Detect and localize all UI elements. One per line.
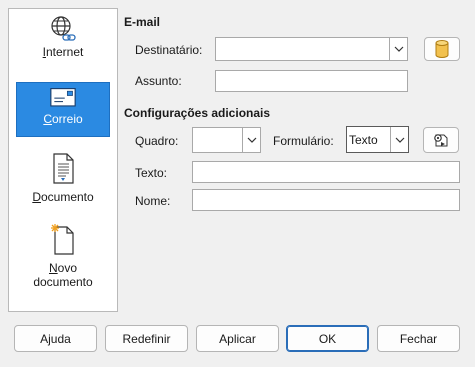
chevron-down-icon	[394, 46, 403, 52]
events-icon	[434, 134, 448, 147]
reset-button[interactable]: Redefinir	[105, 325, 188, 352]
data-sources-button[interactable]	[424, 37, 460, 61]
recipient-label: Destinatário:	[135, 43, 203, 57]
help-button[interactable]: Ajuda	[14, 325, 97, 352]
subject-label: Assunto:	[135, 74, 182, 88]
recipient-combobox[interactable]	[215, 37, 408, 61]
new-document-icon	[51, 224, 74, 255]
text-input[interactable]	[192, 161, 460, 183]
sidebar-item-new-document[interactable]: Novo documento	[9, 223, 117, 289]
email-section-title: E-mail	[124, 15, 161, 29]
database-icon	[435, 40, 449, 58]
chevron-down-icon	[247, 137, 256, 143]
recipient-dropdown-button[interactable]	[389, 38, 407, 60]
ok-button[interactable]: OK	[286, 325, 369, 352]
sidebar-item-internet[interactable]: Internet	[9, 15, 117, 59]
close-button[interactable]: Fechar	[377, 325, 460, 352]
mail-icon	[50, 88, 76, 107]
text-label: Texto:	[135, 166, 168, 180]
form-combobox[interactable]: Texto	[346, 126, 409, 153]
sidebar-item-document[interactable]: Documento	[9, 152, 117, 204]
frame-dropdown-button[interactable]	[242, 128, 260, 152]
form-dropdown-button[interactable]	[390, 127, 408, 152]
additional-settings-title: Configurações adicionais	[124, 106, 271, 120]
subject-input[interactable]	[215, 70, 408, 92]
name-label: Nome:	[135, 194, 171, 208]
sidebar-item-label: Internet	[42, 45, 84, 59]
sidebar-item-label-line2: documento	[33, 275, 93, 289]
globe-link-icon	[51, 16, 76, 41]
sidebar-item-label: Documento	[32, 190, 94, 204]
sidebar-item-label: Novo	[48, 261, 78, 275]
frame-label: Quadro:	[135, 134, 179, 148]
form-value: Texto	[349, 133, 378, 147]
form-label: Formulário:	[273, 134, 334, 148]
apply-button[interactable]: Aplicar	[196, 325, 279, 352]
hyperlink-type-sidebar: Internet Correio Documento Novo document…	[8, 8, 118, 312]
sidebar-item-mail[interactable]: Correio	[9, 82, 117, 137]
chevron-down-icon	[395, 137, 404, 143]
events-button[interactable]	[423, 127, 459, 153]
sidebar-item-label: Correio	[43, 112, 83, 126]
name-input[interactable]	[192, 189, 460, 211]
frame-combobox[interactable]	[192, 127, 261, 153]
document-icon	[53, 153, 74, 184]
